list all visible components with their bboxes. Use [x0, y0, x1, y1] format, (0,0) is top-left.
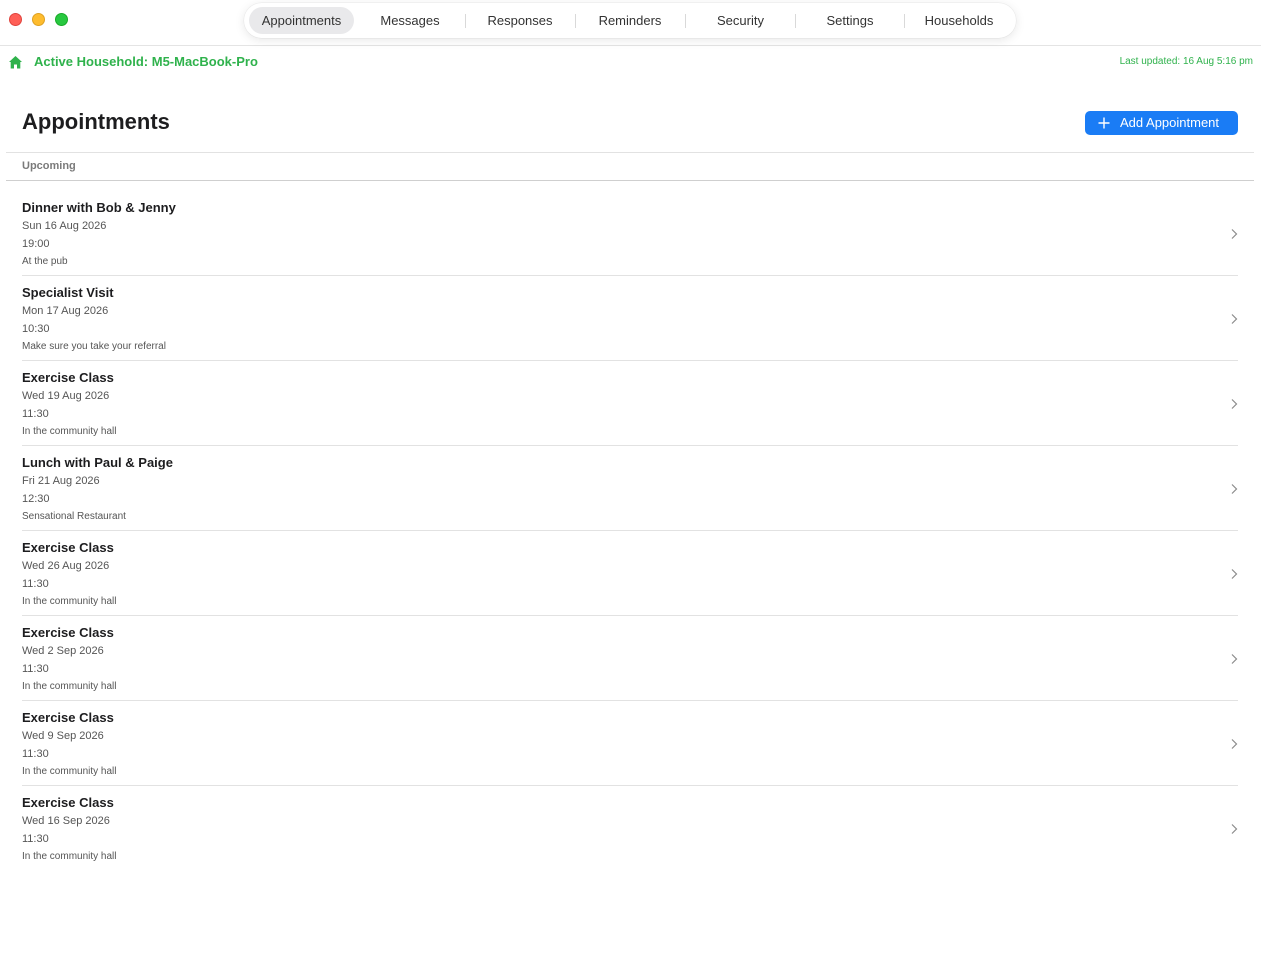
- house-icon: [9, 56, 22, 69]
- appointment-row[interactable]: Exercise Class Wed 9 Sep 2026 11:30 In t…: [0, 701, 1261, 786]
- appointment-date: Wed 19 Aug 2026: [22, 390, 110, 402]
- appointment-row[interactable]: Exercise Class Wed 16 Sep 2026 11:30 In …: [0, 786, 1261, 871]
- section-label-upcoming: Upcoming: [22, 160, 76, 172]
- zoom-window-button[interactable]: [55, 13, 68, 26]
- appointment-title: Exercise Class: [22, 625, 114, 640]
- chevron-right-icon: [1231, 569, 1238, 579]
- chevron-right-icon: [1231, 739, 1238, 749]
- tab-security[interactable]: Security: [690, 7, 791, 34]
- header-divider: [6, 152, 1254, 153]
- appointment-time: 10:30: [22, 323, 50, 335]
- appointment-title: Dinner with Bob & Jenny: [22, 200, 176, 215]
- chevron-right-icon: [1231, 399, 1238, 409]
- appointment-title: Exercise Class: [22, 370, 114, 385]
- appointment-row[interactable]: Lunch with Paul & Paige Fri 21 Aug 2026 …: [0, 446, 1261, 531]
- appointment-note: In the community hall: [22, 596, 117, 607]
- tab-reminders[interactable]: Reminders: [580, 7, 680, 34]
- appointment-note: In the community hall: [22, 681, 117, 692]
- appointment-time: 19:00: [22, 238, 50, 250]
- appointment-date: Wed 16 Sep 2026: [22, 815, 110, 827]
- appointment-title: Lunch with Paul & Paige: [22, 455, 173, 470]
- page-title: Appointments: [22, 109, 170, 134]
- appointment-time: 11:30: [22, 578, 49, 590]
- active-household-label: Active Household: M5-MacBook-Pro: [34, 54, 258, 69]
- appointment-date: Wed 9 Sep 2026: [22, 730, 104, 742]
- tab-separator: [795, 14, 796, 28]
- appointment-note: At the pub: [22, 256, 68, 267]
- add-appointment-button[interactable]: Add Appointment: [1085, 111, 1238, 135]
- appointment-time: 12:30: [22, 493, 50, 505]
- appointment-list: Dinner with Bob & Jenny Sun 16 Aug 2026 …: [0, 191, 1261, 871]
- appointment-date: Mon 17 Aug 2026: [22, 305, 109, 317]
- minimize-window-button[interactable]: [32, 13, 45, 26]
- appointment-note: Make sure you take your referral: [22, 341, 166, 352]
- appointment-time: 11:30: [22, 748, 49, 760]
- chevron-right-icon: [1231, 484, 1238, 494]
- appointment-note: In the community hall: [22, 766, 117, 777]
- tab-messages[interactable]: Messages: [360, 7, 460, 34]
- appointment-note: In the community hall: [22, 426, 117, 437]
- close-window-button[interactable]: [9, 13, 22, 26]
- appointment-time: 11:30: [22, 663, 49, 675]
- appointment-row[interactable]: Exercise Class Wed 2 Sep 2026 11:30 In t…: [0, 616, 1261, 701]
- appointment-title: Exercise Class: [22, 540, 114, 555]
- appointment-time: 11:30: [22, 408, 49, 420]
- chevron-right-icon: [1231, 654, 1238, 664]
- tab-responses[interactable]: Responses: [470, 7, 570, 34]
- appointment-date: Sun 16 Aug 2026: [22, 220, 107, 232]
- last-updated-label: Last updated: 16 Aug 5:16 pm: [1119, 56, 1253, 67]
- tab-separator: [904, 14, 905, 28]
- appointment-date: Fri 21 Aug 2026: [22, 475, 100, 487]
- chevron-right-icon: [1231, 229, 1238, 239]
- appointment-title: Exercise Class: [22, 795, 114, 810]
- plus-icon: [1098, 117, 1110, 129]
- tab-settings[interactable]: Settings: [800, 7, 900, 34]
- tab-separator: [465, 14, 466, 28]
- tab-bar: Appointments Messages Responses Reminder…: [244, 3, 1016, 38]
- section-divider: [6, 180, 1254, 181]
- appointment-title: Exercise Class: [22, 710, 114, 725]
- title-bar: Appointments Messages Responses Reminder…: [0, 0, 1261, 46]
- tab-separator: [685, 14, 686, 28]
- tab-households[interactable]: Households: [909, 7, 1009, 34]
- appointment-note: In the community hall: [22, 851, 117, 862]
- appointment-row[interactable]: Exercise Class Wed 26 Aug 2026 11:30 In …: [0, 531, 1261, 616]
- chevron-right-icon: [1231, 824, 1238, 834]
- appointment-row[interactable]: Specialist Visit Mon 17 Aug 2026 10:30 M…: [0, 276, 1261, 361]
- appointment-time: 11:30: [22, 833, 49, 845]
- tab-appointments[interactable]: Appointments: [249, 7, 354, 34]
- appointment-title: Specialist Visit: [22, 285, 114, 300]
- chevron-right-icon: [1231, 314, 1238, 324]
- appointment-date: Wed 26 Aug 2026: [22, 560, 110, 572]
- appointment-row[interactable]: Exercise Class Wed 19 Aug 2026 11:30 In …: [0, 361, 1261, 446]
- add-appointment-label: Add Appointment: [1120, 115, 1220, 130]
- appointment-note: Sensational Restaurant: [22, 511, 126, 522]
- app-window: Appointments Messages Responses Reminder…: [0, 0, 1261, 959]
- appointment-date: Wed 2 Sep 2026: [22, 645, 104, 657]
- appointment-row[interactable]: Dinner with Bob & Jenny Sun 16 Aug 2026 …: [0, 191, 1261, 276]
- tab-separator: [575, 14, 576, 28]
